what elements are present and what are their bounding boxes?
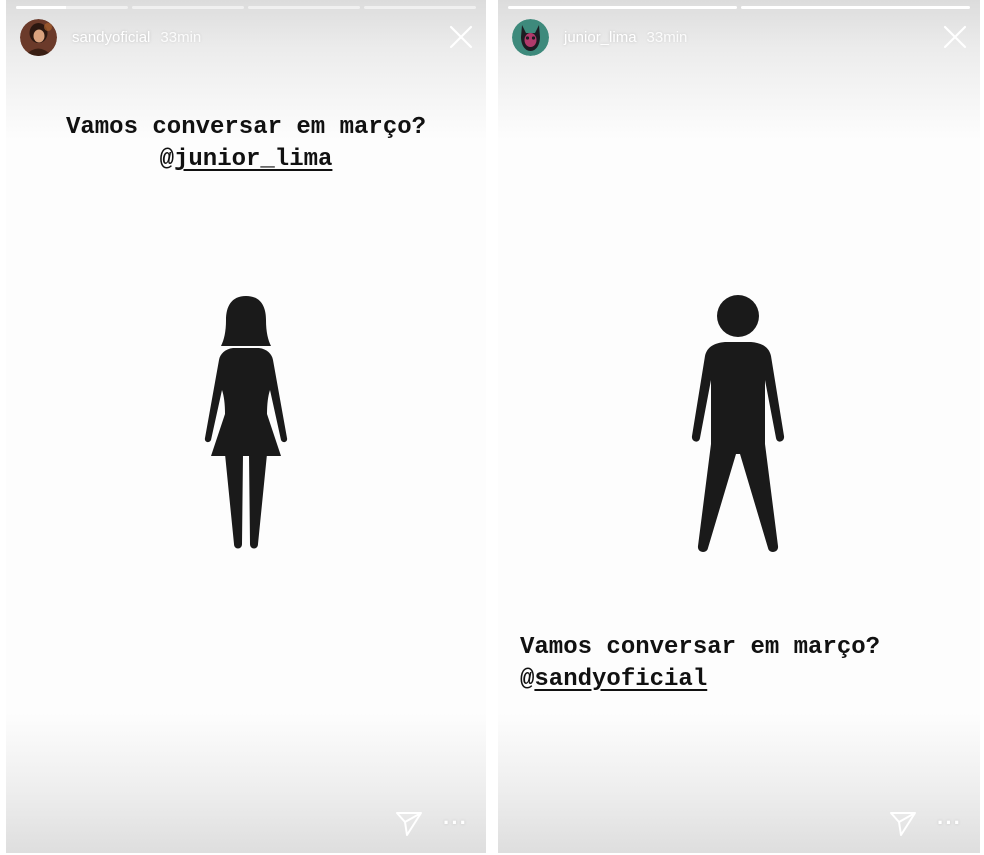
story-header: junior_lima 33min [512, 18, 968, 56]
close-icon[interactable] [942, 24, 968, 50]
progress-segment [16, 6, 128, 9]
progress-segment [741, 6, 970, 9]
avatar[interactable] [512, 18, 549, 56]
mention-prefix: @ [520, 666, 535, 693]
story-caption: Vamos conversar em março? @sandyoficial [520, 632, 960, 696]
woman-silhouette-icon [204, 296, 288, 549]
man-silhouette-icon [691, 295, 785, 552]
story-footer: ··· [889, 809, 962, 837]
progress-segment [132, 6, 244, 9]
close-icon[interactable] [448, 24, 474, 50]
progress-segment [248, 6, 360, 9]
username[interactable]: junior_lima [564, 29, 637, 46]
mention-prefix: @ [159, 146, 174, 173]
story-progress-bar [508, 6, 970, 9]
more-options-icon[interactable]: ··· [443, 812, 468, 834]
timestamp: 33min [160, 28, 202, 46]
progress-segment-fill [508, 6, 737, 9]
username[interactable]: sandyoficial [72, 29, 150, 46]
story-footer: ··· [395, 809, 468, 837]
story-caption: Vamos conversar em março? @junior_lima [6, 112, 486, 176]
story-progress-bar [16, 6, 476, 9]
progress-segment-fill [741, 6, 970, 9]
caption-text: Vamos conversar em março? [520, 634, 881, 661]
story-header: sandyoficial 33min [20, 18, 474, 56]
story-panel-sandyoficial[interactable]: sandyoficial 33min Vamos conversar em ma… [6, 0, 486, 853]
more-options-icon[interactable]: ··· [937, 812, 962, 834]
story-panel-junior-lima[interactable]: junior_lima 33min Vamos conversar em mar… [498, 0, 980, 853]
send-icon[interactable] [889, 809, 917, 837]
send-icon[interactable] [395, 809, 423, 837]
mention-link[interactable]: sandyoficial [534, 666, 707, 693]
caption-mention-line: @junior_lima [6, 144, 486, 176]
timestamp: 33min [646, 28, 688, 46]
avatar[interactable] [20, 18, 57, 56]
progress-segment [364, 6, 476, 9]
progress-segment-fill [16, 6, 67, 9]
caption-mention-line: @sandyoficial [520, 664, 960, 696]
progress-segment [508, 6, 737, 9]
caption-text: Vamos conversar em março? [65, 114, 427, 141]
mention-link[interactable]: junior_lima [174, 146, 332, 173]
